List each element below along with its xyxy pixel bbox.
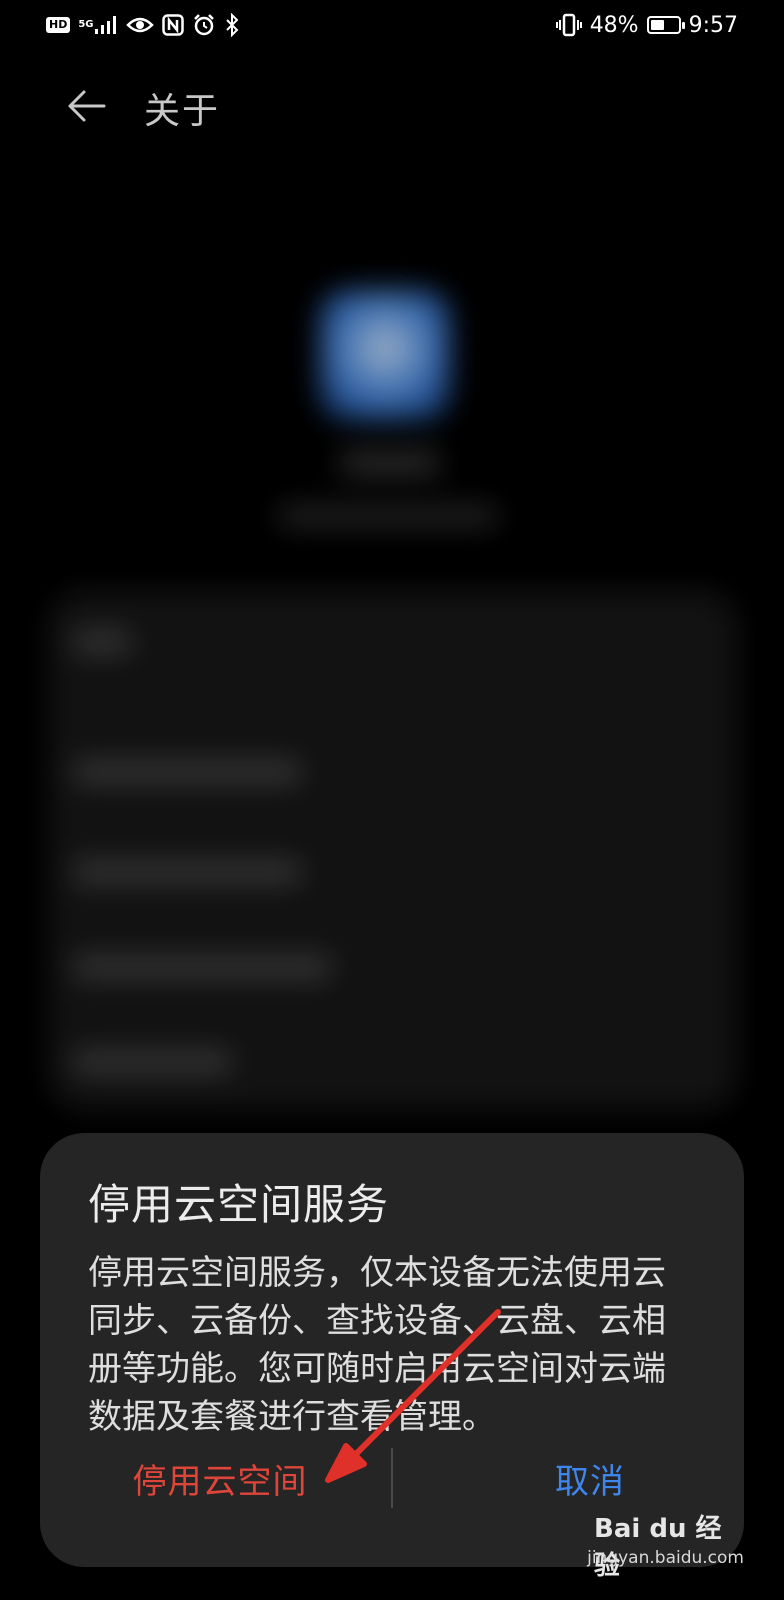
- app-header: 关于: [0, 70, 784, 140]
- battery-icon: [646, 16, 685, 34]
- alarm-icon: [192, 13, 216, 37]
- button-divider: [391, 1448, 393, 1508]
- blurred-background: [0, 150, 784, 1130]
- info-row: [72, 630, 132, 654]
- watermark-url: jingyan.baidu.com: [587, 1548, 744, 1568]
- page-title: 关于: [144, 91, 221, 132]
- info-row: [72, 1050, 232, 1074]
- app-logo: [320, 290, 450, 420]
- dialog-message: 停用云空间服务，仅本设备无法使用云同步、云备份、查找设备、云盘、云相册等功能。您…: [88, 1253, 666, 1437]
- eye-comfort-icon: [125, 15, 154, 35]
- info-row: [72, 760, 302, 784]
- vibrate-icon: [555, 13, 582, 37]
- bluetooth-icon: [224, 13, 240, 37]
- battery-percent: 48%: [589, 12, 639, 38]
- info-row: [72, 955, 332, 979]
- disable-cloud-button[interactable]: 停用云空间: [70, 1438, 370, 1518]
- info-row: [72, 860, 302, 884]
- battery-level-fill: [650, 20, 664, 30]
- hd-badge: HD: [46, 17, 71, 33]
- watermark-logo: Bai du 经验: [594, 1514, 722, 1581]
- status-icons-right: 48% 9:57: [555, 10, 738, 40]
- dialog-title: 停用云空间服务: [88, 1180, 390, 1229]
- signal-icon: 5G: [78, 15, 117, 35]
- nfc-icon: [161, 14, 184, 36]
- back-arrow-icon[interactable]: [64, 84, 108, 128]
- network-type-label: 5G: [78, 19, 94, 30]
- info-card: [48, 590, 738, 1110]
- baidu-watermark: Bai du 经验 jingyan.baidu.com: [587, 1500, 744, 1581]
- status-bar: HD 5G 48% 9:57: [0, 0, 784, 52]
- status-icons-left: HD 5G: [46, 10, 240, 40]
- clock: 9:57: [688, 12, 738, 38]
- app-name-placeholder: [340, 450, 440, 476]
- app-version-placeholder: [278, 505, 498, 527]
